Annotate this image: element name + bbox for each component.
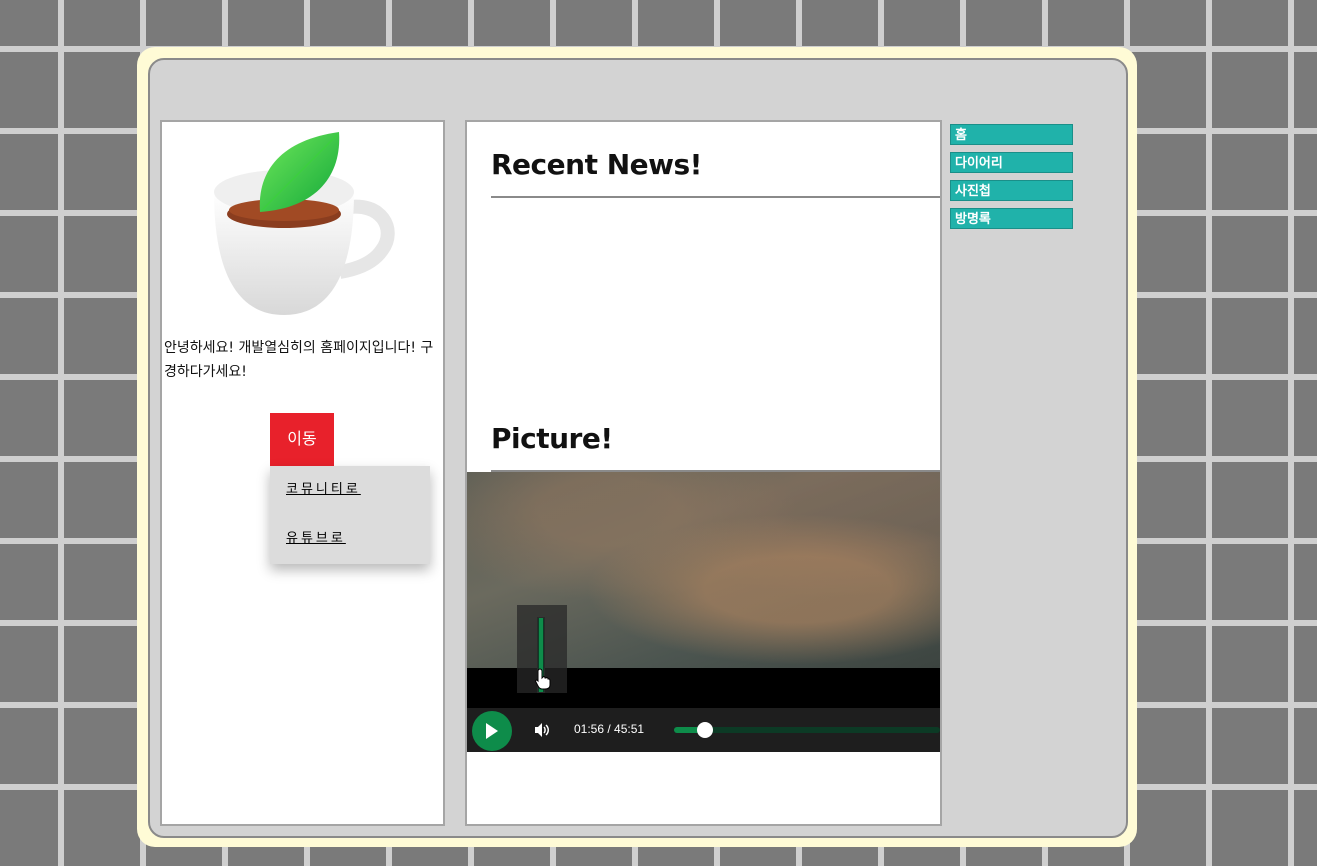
seek-bar[interactable] — [674, 722, 940, 738]
move-button[interactable]: 이동 — [270, 413, 334, 466]
player-controls: 01:56 / 45:51 — [467, 708, 940, 752]
time-display: 01:56 / 45:51 — [574, 722, 645, 736]
seek-handle[interactable] — [697, 722, 713, 738]
play-icon — [486, 723, 498, 739]
divider — [491, 196, 940, 198]
picture-heading: Picture! — [491, 422, 613, 455]
nav-diary[interactable]: 다이어리 — [950, 152, 1073, 173]
profile-panel: 안녕하세요! 개발열심히의 홈페이지입니다! 구경하다가세요! 이동 코뮤니티로… — [160, 120, 445, 826]
nav-guestbook[interactable]: 방명록 — [950, 208, 1073, 229]
menu-item-community[interactable]: 코뮤니티로 — [286, 478, 361, 497]
play-button[interactable] — [472, 711, 512, 751]
move-dropdown-menu: 코뮤니티로 유튜브로 — [270, 466, 430, 564]
nav-photos[interactable]: 사진첩 — [950, 180, 1073, 201]
video-player[interactable]: 01:56 / 45:51 — [467, 472, 940, 752]
hand-cursor-icon — [535, 668, 551, 694]
coffee-cup-logo — [212, 130, 397, 320]
recent-news-heading: Recent News! — [491, 148, 702, 181]
main-panel: Recent News! Picture! 01:56 / 45:51 — [465, 120, 942, 826]
menu-item-youtube[interactable]: 유튜브로 — [286, 527, 346, 546]
volume-icon[interactable] — [533, 721, 551, 743]
nav-home[interactable]: 홈 — [950, 124, 1073, 145]
intro-text: 안녕하세요! 개발열심히의 홈페이지입니다! 구경하다가세요! — [164, 340, 434, 380]
